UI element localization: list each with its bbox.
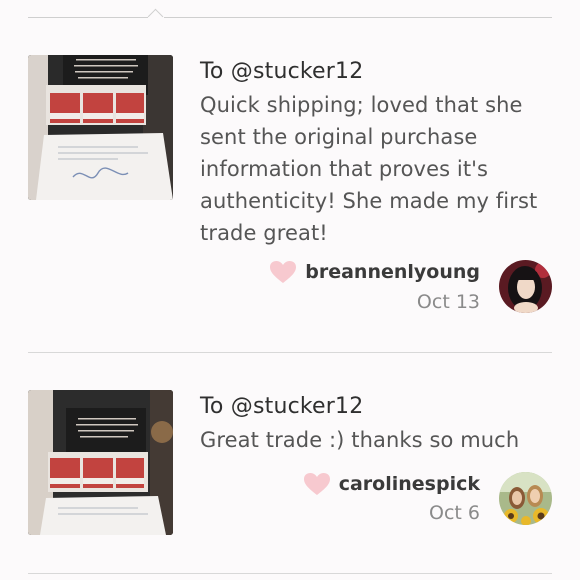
review-username[interactable]: carolinespick	[339, 473, 480, 495]
caret-up-icon	[148, 10, 164, 19]
review-divider	[28, 352, 552, 353]
review-date: Oct 13	[416, 291, 480, 313]
review-photo[interactable]	[28, 390, 173, 535]
review-comment: Quick shipping; loved that she sent the …	[200, 93, 538, 245]
review-recipient[interactable]: To @stucker12	[200, 394, 363, 419]
review-item: To @stucker12 Great trade :) thanks so m…	[0, 390, 580, 570]
heart-icon	[269, 260, 297, 284]
user-avatar[interactable]	[499, 260, 552, 313]
review-author: carolinespick	[303, 472, 480, 496]
review-author: breannenlyoung	[269, 260, 480, 284]
review-photo[interactable]	[28, 55, 173, 200]
heart-icon	[303, 472, 331, 496]
review-username[interactable]: breannenlyoung	[305, 261, 480, 283]
review-date: Oct 6	[429, 502, 480, 524]
review-item: To @stucker12 Quick shipping; loved that…	[0, 55, 580, 353]
review-recipient[interactable]: To @stucker12	[200, 59, 363, 84]
user-avatar[interactable]	[499, 472, 552, 525]
top-divider	[28, 17, 552, 18]
reviews-page: To @stucker12 Quick shipping; loved that…	[0, 0, 580, 580]
review-comment: Great trade :) thanks so much	[200, 428, 520, 452]
review-divider	[28, 573, 552, 574]
